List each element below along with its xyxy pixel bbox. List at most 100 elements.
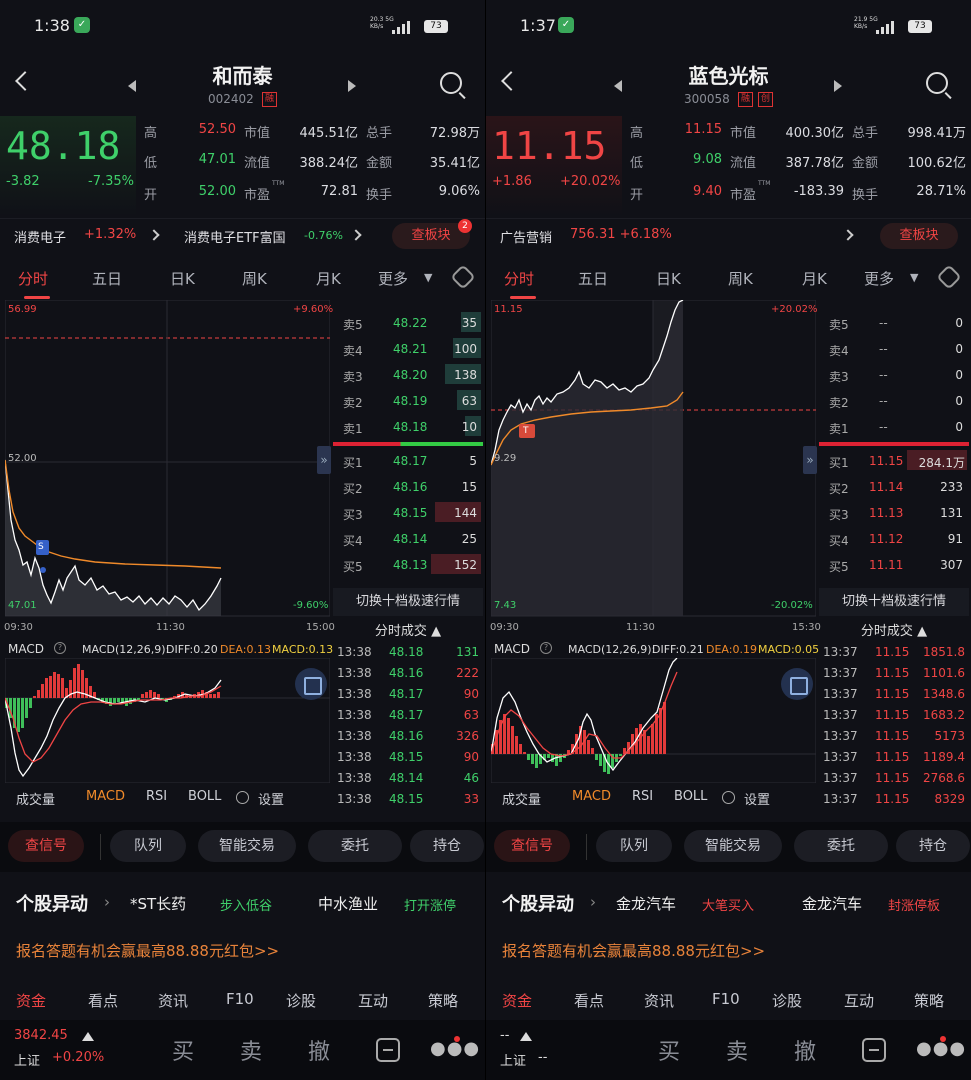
expand-orderbook-icon[interactable]: »: [317, 446, 331, 474]
next-stock-icon[interactable]: [348, 80, 356, 92]
settings-icon[interactable]: [450, 264, 476, 290]
ind-tab-volume[interactable]: 成交量: [502, 789, 541, 808]
help-icon[interactable]: ?: [54, 642, 66, 654]
positions-button[interactable]: 持仓: [896, 830, 970, 862]
intraday-chart[interactable]: 11.15 +20.02% 9.29 7.43 -20.02% T: [490, 299, 818, 620]
signal-button[interactable]: 查信号: [494, 830, 570, 862]
queue-button[interactable]: 队列: [596, 830, 672, 862]
ind-tab-boll[interactable]: BOLL: [188, 789, 221, 804]
help-icon[interactable]: ?: [540, 642, 552, 654]
settings-icon[interactable]: [936, 264, 962, 290]
next-stock-icon[interactable]: [834, 80, 842, 92]
smart-trade-button[interactable]: 智能交易: [684, 830, 782, 862]
anomaly-stock-2[interactable]: 金龙汽车: [802, 893, 862, 914]
anomaly-stock-2[interactable]: 中水渔业: [318, 893, 378, 914]
promo-banner[interactable]: 报名答题有机会赢最高88.88元红包>>: [0, 930, 485, 974]
tab-five-day[interactable]: 五日: [92, 268, 122, 289]
index-value[interactable]: --: [500, 1028, 509, 1043]
ind-tab-volume[interactable]: 成交量: [16, 789, 55, 808]
promo-text[interactable]: 报名答题有机会赢最高88.88元红包>>: [502, 940, 765, 961]
tab-news[interactable]: 资讯: [158, 990, 188, 1011]
tab-strategy[interactable]: 策略: [914, 990, 944, 1011]
sector-bar[interactable]: 消费电子 +1.32% 消费电子ETF富国 -0.76% 查板块 2: [0, 218, 485, 252]
orders-button[interactable]: 委托: [794, 830, 888, 862]
ind-tab-rsi[interactable]: RSI: [146, 789, 167, 804]
intraday-chart[interactable]: 56.99 +9.60% 52.00 47.01 -9.60% S: [4, 299, 333, 620]
expand-orderbook-icon[interactable]: »: [803, 446, 817, 474]
tab-intraday[interactable]: 分时: [18, 268, 48, 289]
macd-name[interactable]: MACD: [494, 642, 530, 656]
trades-title[interactable]: 分时成交 ▲: [819, 620, 969, 639]
gear-icon[interactable]: [722, 791, 735, 804]
tab-more[interactable]: 更多: [378, 268, 408, 289]
value-turnover: 28.71%: [916, 184, 966, 199]
index-value[interactable]: 3842.45: [14, 1028, 68, 1043]
anomaly-stock-1[interactable]: 金龙汽车: [616, 893, 676, 914]
fullscreen-icon[interactable]: [295, 668, 327, 700]
sector-name-1[interactable]: 消费电子: [14, 227, 66, 246]
tab-f10[interactable]: F10: [226, 990, 254, 1008]
cancel-order-button[interactable]: 撤: [794, 1034, 816, 1066]
buy-button[interactable]: 买: [172, 1034, 194, 1066]
tab-five-day[interactable]: 五日: [578, 268, 608, 289]
caret-down-icon[interactable]: ▼: [424, 271, 432, 284]
fullscreen-icon[interactable]: [781, 668, 813, 700]
sector-name-2[interactable]: 消费电子ETF富国: [184, 227, 286, 246]
signal-button[interactable]: 查信号: [8, 830, 84, 862]
promo-banner[interactable]: 报名答题有机会赢最高88.88元红包>>: [486, 930, 971, 974]
tab-monthly-k[interactable]: 月K: [802, 268, 827, 289]
ind-tab-boll[interactable]: BOLL: [674, 789, 707, 804]
tab-funds[interactable]: 资金: [502, 990, 532, 1011]
buy-button[interactable]: 买: [658, 1034, 680, 1066]
minimize-icon[interactable]: [376, 1038, 400, 1062]
tab-interact[interactable]: 互动: [358, 990, 388, 1011]
board-button[interactable]: 查板块: [880, 223, 958, 249]
macd-name[interactable]: MACD: [8, 642, 44, 656]
smart-trade-button[interactable]: 智能交易: [198, 830, 296, 862]
macd-chart[interactable]: [4, 657, 331, 784]
tab-news[interactable]: 资讯: [644, 990, 674, 1011]
tab-diagnose[interactable]: 诊股: [286, 990, 316, 1011]
switch-level10-button[interactable]: 切换十档极速行情: [819, 588, 969, 616]
ind-tab-macd[interactable]: MACD: [86, 789, 125, 804]
tab-highlights[interactable]: 看点: [88, 990, 118, 1011]
trade-time: 13:37: [823, 645, 858, 659]
tab-weekly-k[interactable]: 周K: [242, 268, 267, 289]
sector-bar[interactable]: 广告营销 756.31 +6.18% 查板块: [486, 218, 971, 252]
cancel-order-button[interactable]: 撤: [308, 1034, 330, 1066]
anomaly-bar[interactable]: 个股异动 › *ST长药 步入低谷 中水渔业 打开涨停: [0, 880, 485, 928]
positions-button[interactable]: 持仓: [410, 830, 484, 862]
promo-text[interactable]: 报名答题有机会赢最高88.88元红包>>: [16, 940, 279, 961]
tab-daily-k[interactable]: 日K: [656, 268, 681, 289]
tab-f10[interactable]: F10: [712, 990, 740, 1008]
tab-highlights[interactable]: 看点: [574, 990, 604, 1011]
tab-interact[interactable]: 互动: [844, 990, 874, 1011]
search-icon[interactable]: [926, 72, 948, 94]
tab-more[interactable]: 更多: [864, 268, 894, 289]
tab-strategy[interactable]: 策略: [428, 990, 458, 1011]
sector-name-1[interactable]: 广告营销: [500, 227, 552, 246]
tab-weekly-k[interactable]: 周K: [728, 268, 753, 289]
anomaly-stock-1[interactable]: *ST长药: [130, 893, 186, 914]
minimize-icon[interactable]: [862, 1038, 886, 1062]
trades-title[interactable]: 分时成交 ▲: [333, 620, 483, 639]
ind-tab-rsi[interactable]: RSI: [632, 789, 653, 804]
orders-button[interactable]: 委托: [308, 830, 402, 862]
macd-chart[interactable]: [490, 657, 817, 784]
search-icon[interactable]: [440, 72, 462, 94]
queue-button[interactable]: 队列: [110, 830, 186, 862]
tab-monthly-k[interactable]: 月K: [316, 268, 341, 289]
ind-tab-settings[interactable]: 设置: [258, 789, 284, 808]
anomaly-bar[interactable]: 个股异动 › 金龙汽车 大笔买入 金龙汽车 封涨停板: [486, 880, 971, 928]
tab-daily-k[interactable]: 日K: [170, 268, 195, 289]
ind-tab-settings[interactable]: 设置: [744, 789, 770, 808]
sell-button[interactable]: 卖: [726, 1034, 748, 1066]
tab-funds[interactable]: 资金: [16, 990, 46, 1011]
tab-diagnose[interactable]: 诊股: [772, 990, 802, 1011]
ind-tab-macd[interactable]: MACD: [572, 789, 611, 804]
gear-icon[interactable]: [236, 791, 249, 804]
switch-level10-button[interactable]: 切换十档极速行情: [333, 588, 483, 616]
caret-down-icon[interactable]: ▼: [910, 271, 918, 284]
tab-intraday[interactable]: 分时: [504, 268, 534, 289]
sell-button[interactable]: 卖: [240, 1034, 262, 1066]
